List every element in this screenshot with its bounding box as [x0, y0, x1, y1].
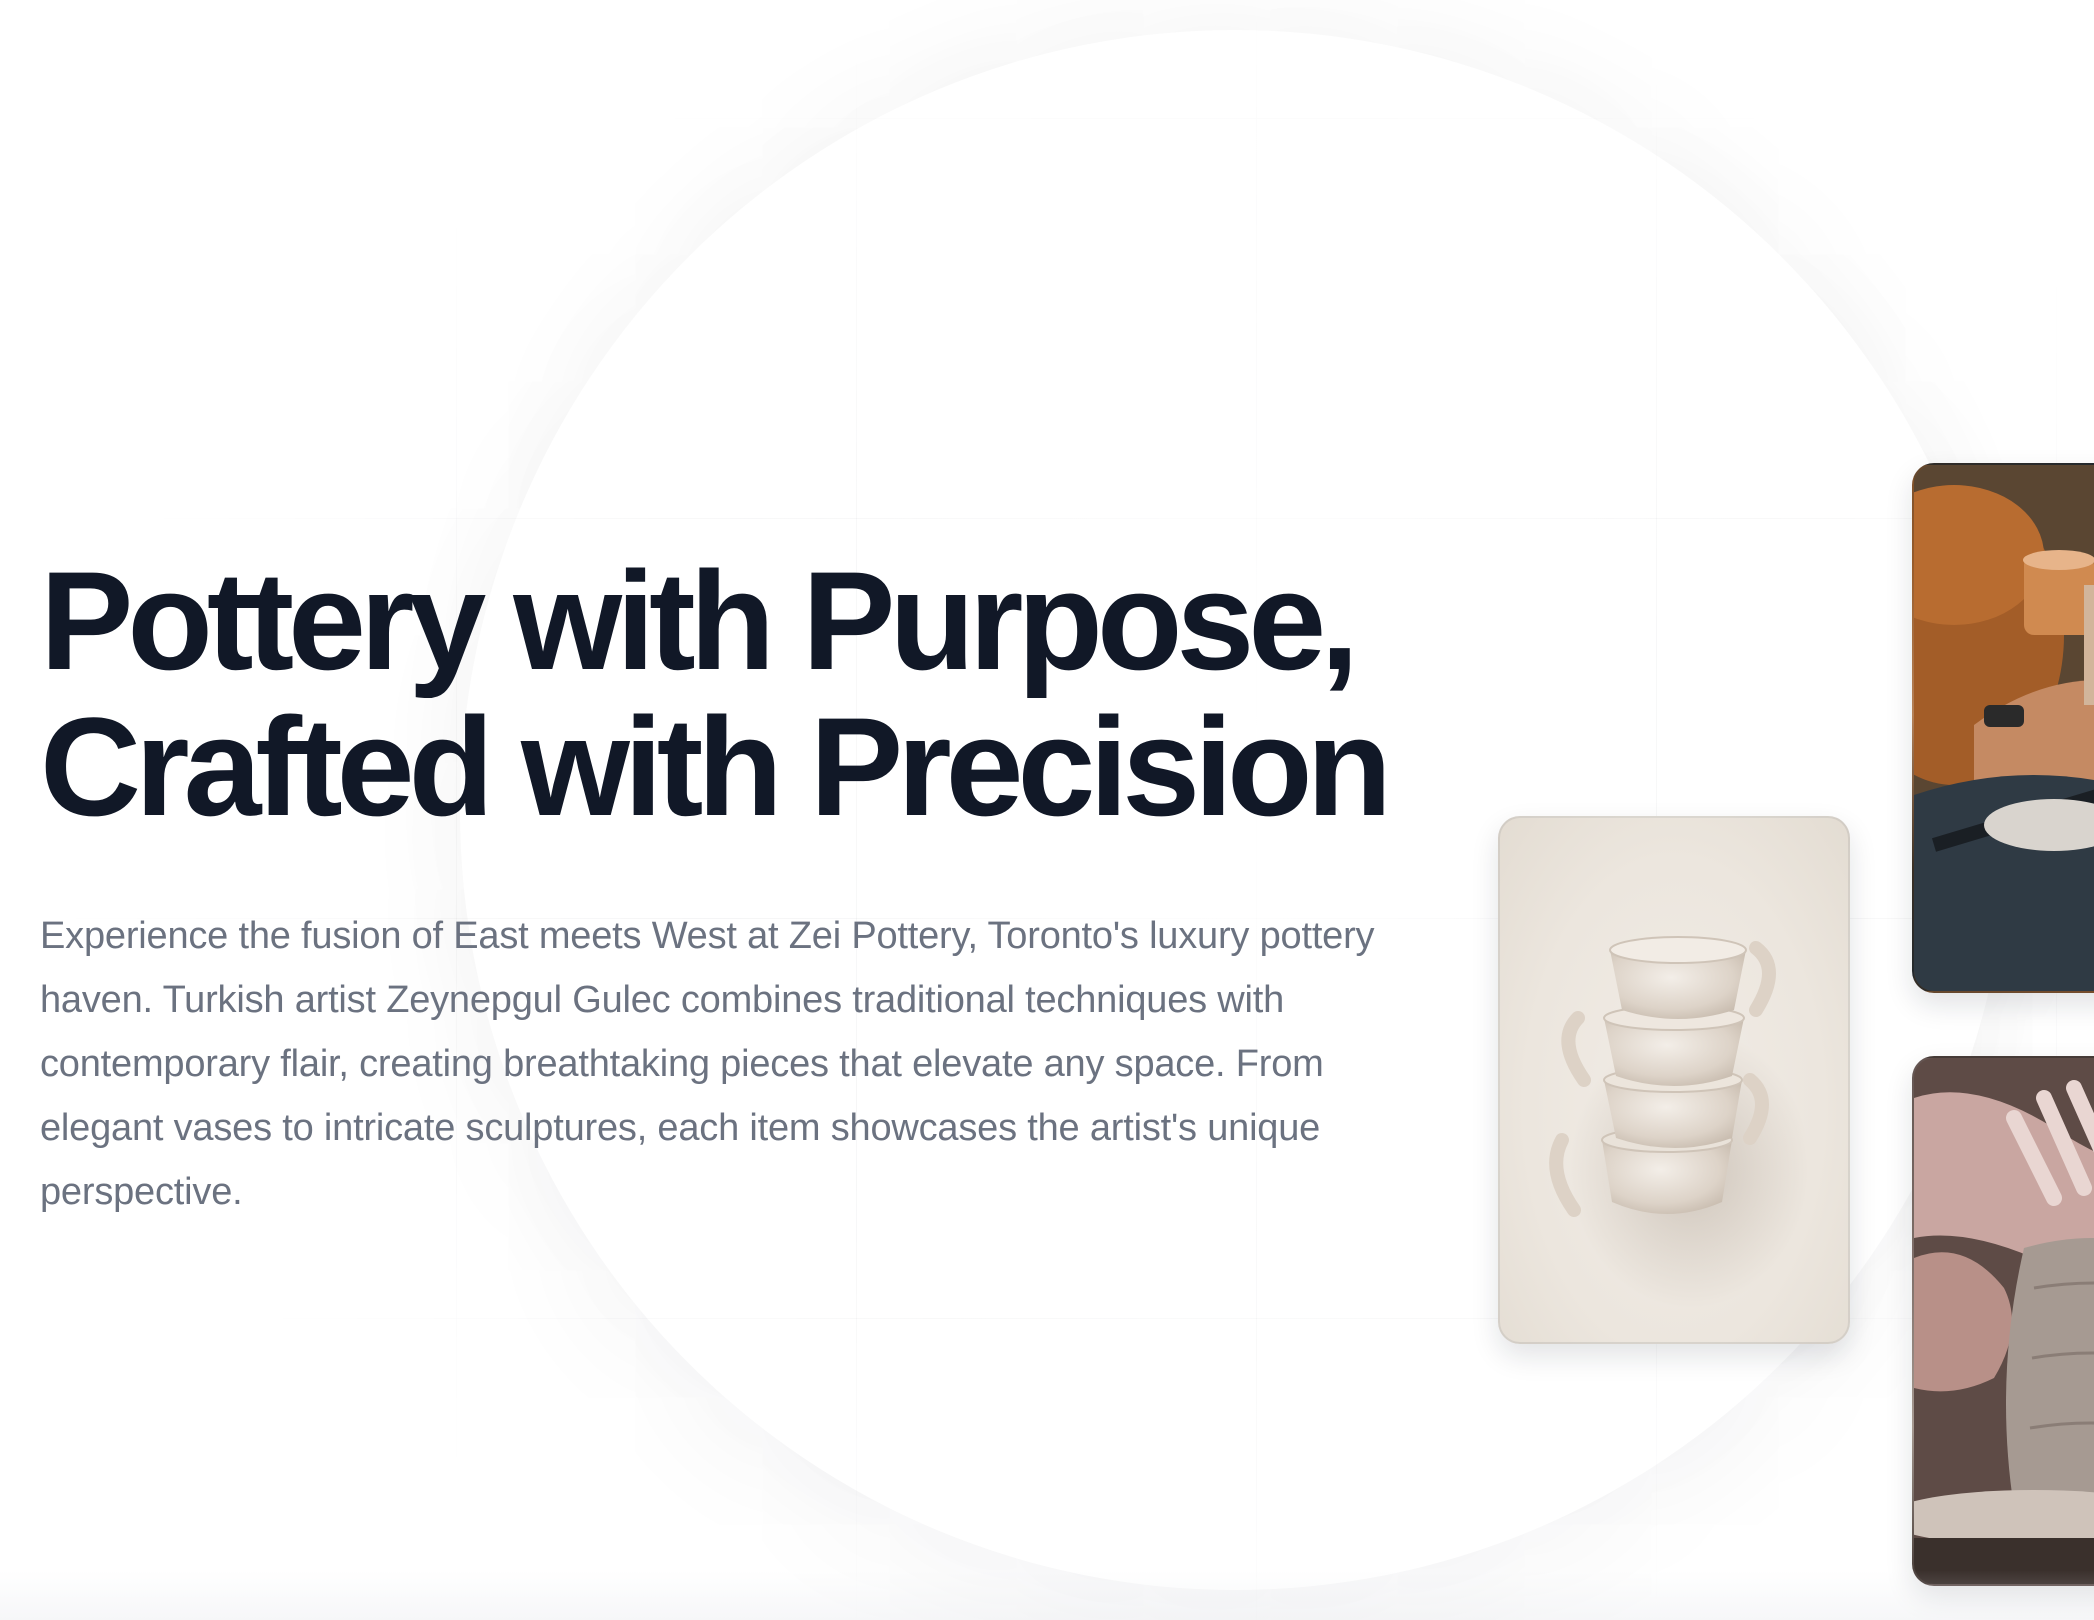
gallery-image-stacked-cups: [1498, 816, 1850, 1344]
hero-title-line-2: Crafted with Precision: [40, 688, 1392, 845]
artist-illustration: [1914, 465, 2094, 991]
stacked-cups-illustration: [1549, 936, 1810, 1308]
gallery-image-artist: [1912, 463, 2094, 993]
hero-description: Experience the fusion of East meets West…: [40, 915, 1375, 1213]
bottom-fade: [0, 1570, 2094, 1620]
hero-title: Pottery with Purpose, Crafted with Preci…: [40, 548, 1440, 840]
hero-title-line-1: Pottery with Purpose,: [40, 542, 1359, 699]
gallery-image-pottery-wheel: [1912, 1056, 2094, 1586]
hero-section: Pottery with Purpose, Crafted with Preci…: [40, 548, 1440, 1224]
pottery-wheel-illustration: [1914, 1058, 2094, 1584]
